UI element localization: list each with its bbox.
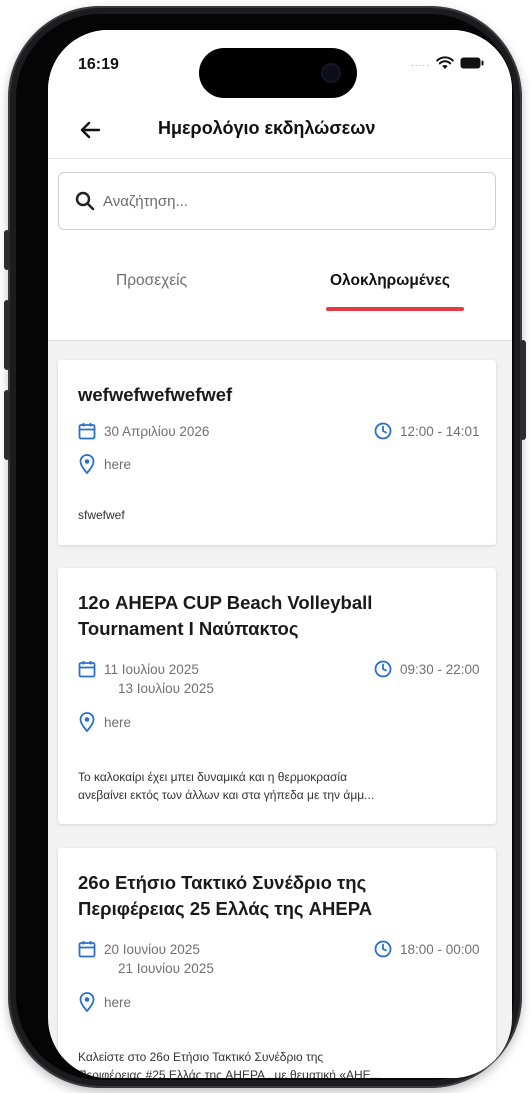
- page-title: Ημερολόγιο εκδηλώσεων: [158, 118, 376, 138]
- event-location: here: [104, 457, 132, 472]
- battery-icon: [460, 57, 484, 69]
- action-button: [4, 230, 10, 270]
- event-title: 12ο AHEPA CUP Beach Volleyball: [78, 592, 373, 613]
- location-pin-icon: [79, 454, 95, 479]
- header-divider: [48, 158, 512, 159]
- event-start-date: 20 Ιουνίου 2025: [104, 942, 200, 957]
- event-start-date: 11 Ιουλίου 2025: [104, 662, 199, 677]
- dynamic-island: [199, 48, 357, 98]
- search-box[interactable]: [58, 172, 496, 230]
- tab-upcoming[interactable]: Προσεχείς: [116, 272, 187, 290]
- event-location: here: [104, 995, 132, 1010]
- event-location: here: [104, 715, 132, 730]
- event-time: 18:00 - 00:00: [400, 942, 480, 957]
- search-input[interactable]: [103, 187, 473, 215]
- volume-down-button: [4, 390, 10, 460]
- calendar-icon: [78, 660, 96, 683]
- event-description: Περιφέρειας #25 Ελλάς της AHEPA , με θεμ…: [78, 1068, 381, 1078]
- power-button: [520, 340, 526, 440]
- search-icon: [75, 191, 95, 216]
- signal-icon: .....: [411, 57, 430, 69]
- app-screen: 16:19 ..... Ημερολόγιο εκδηλώσεων Αναζήτ…: [48, 30, 512, 1078]
- tab-completed[interactable]: Ολοκληρωμένες: [330, 272, 450, 290]
- tab-bar: Προσεχείς Ολοκληρωμένες: [48, 254, 512, 340]
- event-end-date: 21 Ιουνίου 2025: [118, 961, 214, 976]
- clock-icon: [374, 940, 392, 963]
- event-description: sfwefwef: [78, 508, 125, 522]
- app-header: Ημερολόγιο εκδηλώσεων: [48, 102, 512, 158]
- clock-icon: [374, 660, 392, 683]
- event-description: ανεβαίνει εκτός των άλλων και στα γήπεδα…: [78, 788, 375, 802]
- active-tab-indicator: [326, 307, 464, 311]
- calendar-icon: [78, 940, 96, 963]
- tabs-divider: [48, 340, 512, 341]
- location-pin-icon: [79, 712, 95, 737]
- location-pin-icon: [79, 992, 95, 1017]
- event-title: wefwefwefwefwef: [78, 384, 233, 405]
- event-date: 30 Απριλίου 2026: [104, 424, 210, 439]
- status-time: 16:19: [78, 56, 119, 73]
- event-title: 26ο Ετήσιο Τακτικό Συνέδριο της: [78, 872, 367, 893]
- event-card[interactable]: 12ο AHEPA CUP Beach Volleyball Tournamen…: [58, 568, 496, 824]
- event-card[interactable]: wefwefwefwefwef 30 Απριλίου 2026 12:00 -…: [58, 360, 496, 545]
- event-title: Περιφέρειας 25 Ελλάς της AHEPA: [78, 898, 373, 919]
- calendar-icon: [78, 422, 96, 445]
- event-time: 09:30 - 22:00: [400, 662, 480, 677]
- camera-icon: [321, 63, 341, 83]
- back-arrow-icon[interactable]: [74, 114, 106, 146]
- event-description: Το καλοκαίρι έχει μπει δυναμικά και η θε…: [78, 770, 348, 784]
- event-time: 12:00 - 14:01: [400, 424, 480, 439]
- status-icons: .....: [411, 56, 484, 70]
- event-end-date: 13 Ιουλίου 2025: [118, 681, 214, 696]
- wifi-icon: [436, 56, 454, 70]
- event-title: Tournament Ι Ναύπακτος: [78, 618, 299, 639]
- volume-up-button: [4, 300, 10, 370]
- clock-icon: [374, 422, 392, 445]
- event-card[interactable]: 26ο Ετήσιο Τακτικό Συνέδριο της Περιφέρε…: [58, 848, 496, 1078]
- event-description: Καλείστε στο 26ο Ετήσιο Τακτικό Συνέδριο…: [78, 1050, 324, 1064]
